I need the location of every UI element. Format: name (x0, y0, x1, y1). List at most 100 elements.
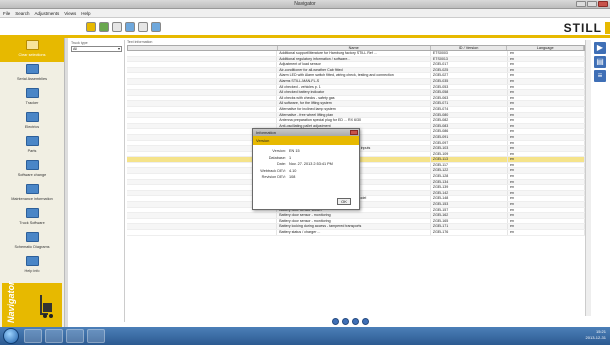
navigator-brand-text: Navigator (6, 281, 16, 323)
cell-id: ZGEL117 (431, 162, 508, 168)
maximize-button[interactable] (587, 1, 597, 7)
play-icon[interactable]: ▶ (594, 42, 606, 54)
navigator-task-icon[interactable] (87, 329, 105, 343)
cell-name: All software, for the lifting system (277, 101, 431, 106)
row-spacer (127, 90, 278, 95)
cell-language: en (508, 190, 585, 196)
row-spacer (127, 84, 278, 90)
prev-page-button[interactable] (342, 318, 349, 325)
folder-icon (26, 88, 39, 98)
media-player-icon[interactable] (66, 329, 84, 343)
cell-language: en (508, 168, 585, 174)
cell-name: Battery door sensor - monitoring (277, 213, 431, 218)
document-icon[interactable]: ▤ (594, 56, 606, 68)
menu-adjustments[interactable]: Adjustments (35, 11, 60, 16)
window-title: Navigator (294, 1, 316, 7)
table-header-spacer (128, 46, 278, 50)
row-spacer (127, 224, 278, 229)
sidebar-item-maintenance[interactable]: Maintenance information (0, 182, 64, 206)
next-page-button[interactable] (352, 318, 359, 325)
clock-date: 2013-12-31 (585, 335, 606, 340)
column-header-language[interactable]: Language (507, 46, 584, 50)
info-icon[interactable] (151, 22, 161, 32)
cell-id: ZGEL086 (431, 129, 508, 134)
first-page-button[interactable] (332, 318, 339, 325)
column-header-name[interactable]: Name (278, 46, 431, 50)
sidebar-item-electrics[interactable]: Electrics (0, 110, 64, 134)
table-scrollbar[interactable] (585, 40, 591, 316)
star-icon[interactable] (86, 22, 96, 32)
cell-id: ZGEL103 (431, 146, 508, 151)
column-header-id[interactable]: ID / Version (431, 46, 508, 50)
sidebar-item-parts[interactable]: Parts (0, 134, 64, 158)
title-bar: Navigator (0, 0, 610, 9)
close-button[interactable] (598, 1, 608, 7)
check-icon[interactable] (99, 22, 109, 32)
dialog-ok-button[interactable]: OK (337, 198, 351, 205)
taskbar: 15:21 2013-12-31 (0, 327, 610, 345)
cell-language: en (508, 185, 585, 190)
search-icon[interactable] (125, 22, 135, 32)
menu-file[interactable]: File (3, 11, 10, 16)
row-spacer (127, 95, 278, 101)
row-spacer (127, 62, 278, 67)
cell-id: ZGEL091 (431, 134, 508, 140)
list-icon[interactable]: ≡ (594, 70, 606, 82)
truck-type-select[interactable]: All (71, 46, 122, 52)
row-spacer (127, 106, 278, 112)
row-spacer (127, 56, 278, 62)
cell-language: en (508, 123, 585, 129)
table-row[interactable]: Battery status / charger ... ZGEL176 en (127, 230, 585, 236)
menu-search[interactable]: Search (15, 11, 29, 16)
menu-views[interactable]: Views (64, 11, 76, 16)
cell-language: en (508, 151, 585, 157)
cell-language: en (508, 112, 585, 118)
dialog-row-revision: Revision DEV: 108 (261, 175, 296, 179)
cell-language: en (508, 174, 585, 179)
cell-id: ZGEL165 (431, 218, 508, 224)
ie-icon[interactable] (24, 329, 42, 343)
sidebar-item-tracker[interactable]: Tracker (0, 86, 64, 110)
minimize-button[interactable] (576, 1, 586, 7)
cell-id: ZGEL053 (431, 84, 508, 90)
row-spacer (127, 213, 278, 218)
sidebar-item-serial-assemblies[interactable]: Serial Assemblies (0, 62, 64, 86)
toolbar-icons (86, 22, 161, 32)
cell-id: ZGEL157 (431, 207, 508, 213)
cell-id: ZGEL027 (431, 73, 508, 78)
explorer-icon[interactable] (45, 329, 63, 343)
dialog-title-text: Information (256, 130, 277, 135)
dialog-band: Version (253, 136, 359, 145)
dialog-title: Information (253, 129, 359, 136)
sidebar-item-help-info[interactable]: Help info (0, 254, 64, 278)
dialog-close-button[interactable] (350, 130, 358, 135)
folder-icon (26, 208, 39, 218)
folder-icon (26, 160, 39, 170)
sidebar-item-clear-selections[interactable]: Clear selections (0, 38, 64, 62)
cell-id: ZGEL097 (431, 140, 508, 146)
sidebar-scrollbar[interactable] (64, 38, 68, 327)
sidebar-item-truck-software[interactable]: Truck Software (0, 206, 64, 230)
folder-icon (26, 256, 39, 266)
sidebar-item-software-change[interactable]: Software change (0, 158, 64, 182)
menu-help[interactable]: Help (81, 11, 90, 16)
cell-id: ZGEL142 (431, 190, 508, 196)
cell-id: ZGEL148 (431, 196, 508, 202)
start-button[interactable] (3, 328, 19, 344)
print-icon[interactable] (112, 22, 122, 32)
cell-name: Additional regulatory information / soft… (277, 56, 431, 62)
row-spacer (127, 51, 278, 56)
last-page-button[interactable] (362, 318, 369, 325)
cell-id: ZGEL113 (431, 157, 508, 162)
cell-id: ZGEL035 (431, 78, 508, 84)
refresh-icon[interactable] (138, 22, 148, 32)
cell-id: ZGEL162 (431, 213, 508, 218)
sidebar-item-schematic-diagrams[interactable]: Schematic Diagrams (0, 230, 64, 254)
pager (332, 318, 369, 325)
cell-name: Battery locking during access - tampered… (277, 224, 431, 229)
cell-id: ZGEL153 (431, 202, 508, 207)
toolbar: STILL (0, 18, 610, 38)
cell-name: Alternative - free wheel lifting plan (277, 112, 431, 118)
cell-id: ETS0013 (431, 56, 508, 62)
dialog-body: Version: EN 15 Database: 1 Date: Nov. 27. 2… (253, 145, 359, 186)
